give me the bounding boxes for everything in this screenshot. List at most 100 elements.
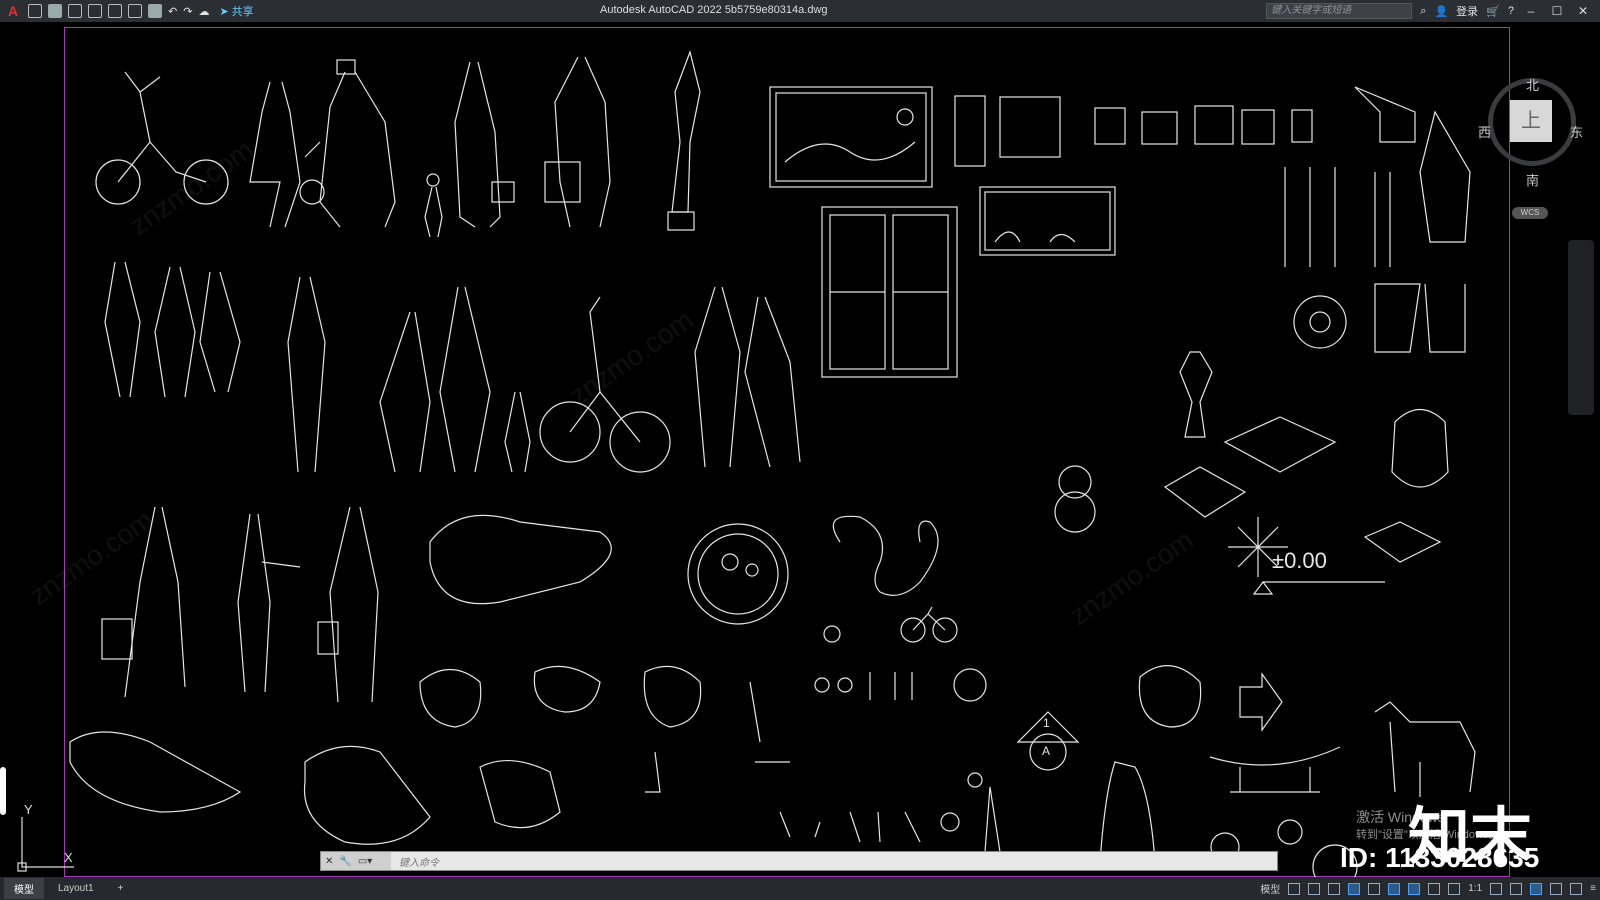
bench-shape — [1209, 746, 1341, 793]
rattan-bowl — [1293, 295, 1347, 349]
man-with-bag-figure — [317, 506, 379, 703]
compass-east[interactable]: 东 — [1570, 122, 1583, 141]
books-and-objects — [1094, 105, 1313, 145]
command-line[interactable]: ✕ 🔧 ▭▾ 键入命令 — [320, 851, 1278, 871]
drawing-canvas[interactable]: znzmo.com znzmo.com znzmo.com znzmo.com — [0, 22, 1600, 877]
wcs-menu[interactable]: WCS — [1512, 207, 1548, 219]
ucs-icon: Y X — [14, 802, 84, 872]
share-icon: ➤ — [219, 5, 229, 18]
save-icon[interactable] — [68, 4, 82, 18]
prompt-icon[interactable]: ▭▾ — [358, 856, 372, 867]
grid-icon[interactable] — [1288, 882, 1301, 895]
annotation-scale[interactable]: 1:1 — [1468, 883, 1482, 894]
teddy-bear — [1054, 465, 1096, 533]
buddha-head — [1391, 408, 1449, 488]
three-women-figures — [104, 261, 241, 398]
woman-talking-figure — [237, 513, 301, 693]
landscape-painting — [769, 86, 933, 188]
redo-icon[interactable]: ↷ — [183, 5, 192, 18]
save-as-icon[interactable] — [88, 4, 102, 18]
search-input[interactable]: 键入关键字或短语 — [1266, 3, 1413, 19]
navigation-bar[interactable] — [1568, 240, 1594, 415]
title-bar: A ↶ ↷ ☁ ➤ 共享 Autodesk AutoCAD 2022 5b575… — [0, 0, 1600, 22]
command-input[interactable]: 键入命令 — [391, 854, 439, 869]
reclining-figures-plan — [69, 514, 612, 845]
tray-objects — [1163, 416, 1442, 563]
statue-figure — [667, 49, 701, 231]
bicycle-small — [900, 606, 958, 643]
grid-letter: A — [1042, 744, 1051, 758]
standing-woman-figure — [287, 276, 326, 473]
grid-number: 1 — [1043, 716, 1050, 730]
polar-icon[interactable] — [1348, 882, 1361, 895]
clean-screen-icon[interactable] — [1570, 882, 1583, 895]
open-folder-icon[interactable] — [48, 4, 62, 18]
window-title: Autodesk AutoCAD 2022 5b5759e80314a.dwg — [600, 4, 828, 16]
customization-menu-icon[interactable]: ≡ — [1590, 883, 1596, 894]
publish-icon[interactable] — [128, 4, 142, 18]
hardware-acceleration-icon[interactable] — [1550, 882, 1563, 895]
minimize-icon[interactable]: – — [1522, 4, 1540, 18]
login-button[interactable]: 登录 — [1456, 3, 1478, 19]
mother-and-child-figure — [424, 61, 515, 238]
arrow-shape — [1239, 672, 1283, 732]
cyclist-figure — [95, 71, 229, 205]
tab-model[interactable]: 模型 — [4, 878, 44, 899]
woman-with-basket-figure — [249, 81, 325, 228]
isolate-objects-icon[interactable] — [1530, 882, 1543, 895]
ram-head — [832, 515, 939, 596]
cart-icon[interactable]: 🛒 — [1486, 5, 1500, 18]
close-command-icon[interactable]: ✕ — [325, 856, 333, 867]
elevation-marker — [1252, 581, 1385, 595]
compass-west[interactable]: 西 — [1478, 122, 1491, 141]
family-figures — [379, 286, 531, 473]
tab-layout1[interactable]: Layout1 — [48, 880, 104, 897]
round-medallion — [687, 523, 789, 625]
model-space-button[interactable]: 模型 — [1260, 881, 1280, 896]
left-edge-marker — [0, 767, 6, 815]
plot-icon[interactable] — [108, 4, 122, 18]
search-icon[interactable]: ⌕ — [1420, 5, 1426, 18]
businessman-with-bag-figure — [544, 56, 611, 228]
share-button[interactable]: ➤ 共享 — [219, 3, 253, 19]
application-menu-button[interactable]: A — [4, 3, 22, 19]
small-ornaments — [645, 625, 1358, 877]
new-file-icon[interactable] — [28, 4, 42, 18]
snap-icon[interactable] — [1308, 882, 1321, 895]
annotation-visibility-icon[interactable] — [1428, 882, 1441, 895]
customize-icon[interactable]: 🔧 — [339, 856, 351, 867]
plus-icon[interactable] — [1510, 882, 1523, 895]
vase — [1179, 351, 1213, 438]
clothing-rack — [1284, 86, 1471, 353]
walking-man-with-briefcase-figure — [101, 506, 186, 698]
status-bar: 模型 Layout1 + 模型 1:1 ≡ — [0, 877, 1600, 900]
object-snap-icon[interactable] — [1408, 882, 1421, 895]
elevation-label: ±0.00 — [1272, 548, 1327, 573]
ortho-icon[interactable] — [1328, 882, 1341, 895]
horse-sculpture — [1374, 701, 1476, 797]
compass-south[interactable]: 南 — [1526, 170, 1539, 189]
undo-icon[interactable]: ↶ — [168, 5, 177, 18]
gear-icon[interactable] — [1490, 882, 1503, 895]
viewcube-top-face[interactable]: 上 — [1510, 100, 1552, 142]
ucs-y-label: Y — [24, 802, 33, 817]
id-watermark: ID: 1133028635 — [1340, 842, 1540, 873]
cloud-icon[interactable]: ☁ — [198, 5, 209, 18]
print-icon[interactable] — [148, 4, 162, 18]
cad-drawing — [69, 49, 1476, 877]
maximize-icon[interactable]: ☐ — [1548, 4, 1566, 18]
command-toolbar: ✕ 🔧 ▭▾ — [321, 852, 391, 870]
auto-scale-icon[interactable] — [1448, 882, 1461, 895]
man-with-bicycle-figure — [539, 296, 671, 473]
isodraft-icon[interactable] — [1368, 882, 1381, 895]
aquarium — [979, 186, 1116, 256]
object-snap-tracking-icon[interactable] — [1388, 882, 1401, 895]
sitting-figures-plan — [419, 665, 1202, 728]
compass-north[interactable]: 北 — [1526, 75, 1539, 94]
viewcube[interactable]: 上 北 南 西 东 — [1478, 62, 1583, 188]
close-icon[interactable]: ✕ — [1574, 4, 1592, 18]
dancing-couple-figure — [694, 286, 801, 468]
add-layout-button[interactable]: + — [108, 880, 134, 897]
user-icon[interactable]: 👤 — [1434, 5, 1448, 18]
help-icon[interactable]: ? — [1508, 5, 1514, 17]
